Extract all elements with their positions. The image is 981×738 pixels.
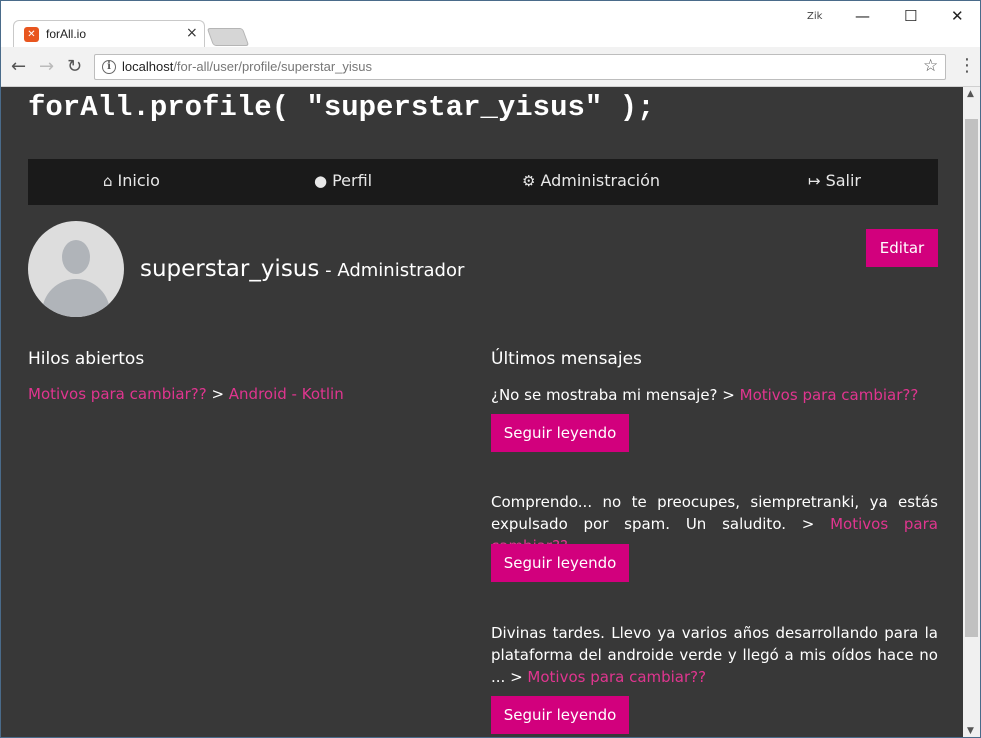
read-more-button[interactable]: Seguir leyendo <box>491 696 629 734</box>
thread-separator: > <box>206 385 229 403</box>
browser-toolbar: ← → ↻ i localhost/for-all/user/profile/s… <box>1 47 980 87</box>
url-path: /for-all/user/profile/superstar_yisus <box>173 59 373 74</box>
category-link[interactable]: Android - Kotlin <box>229 385 344 403</box>
scroll-thumb[interactable] <box>965 119 978 637</box>
nav-item-perfil[interactable]: ● Perfil <box>314 171 372 190</box>
scroll-up-icon[interactable]: ▲ <box>967 89 974 99</box>
address-bar[interactable]: i localhost/for-all/user/profile/superst… <box>94 54 946 80</box>
avatar <box>28 221 124 317</box>
close-window-icon[interactable]: ✕ <box>951 7 964 25</box>
info-icon[interactable]: i <box>102 60 116 74</box>
title-bar: ✕ forAll.io × Zik — ☐ ✕ <box>1 1 980 48</box>
home-icon: ⌂ <box>103 172 113 190</box>
url-host: localhost <box>122 59 174 74</box>
user-circle-icon: ● <box>314 172 328 190</box>
menu-icon[interactable]: ⋮ <box>958 55 976 76</box>
avatar-head <box>62 240 90 274</box>
page-viewport: forAll.profile( "superstar_yisus" ); ⌂ In… <box>1 87 963 737</box>
messages-heading: Últimos mensajes <box>491 349 642 369</box>
browser-window: ✕ forAll.io × Zik — ☐ ✕ ← → ↻ i localhos… <box>0 0 981 738</box>
sign-out-icon: ↦ <box>808 172 821 190</box>
nav-label: Inicio <box>117 171 160 190</box>
tab-title: forAll.io <box>46 27 87 41</box>
nav-item-inicio[interactable]: ⌂ Inicio <box>103 171 160 190</box>
nav-item-salir[interactable]: ↦ Salir <box>808 171 861 190</box>
browser-tab[interactable]: ✕ forAll.io × <box>13 20 205 48</box>
read-more-button[interactable]: Seguir leyendo <box>491 414 629 452</box>
profile-icon[interactable]: Zik <box>807 11 822 22</box>
favicon-icon: ✕ <box>24 27 39 42</box>
gears-icon: ⚙ <box>522 172 536 190</box>
user-separator: - <box>319 260 338 281</box>
nav-label: Salir <box>825 171 862 190</box>
avatar-body <box>42 279 110 317</box>
main-nav: ⌂ Inicio ● Perfil ⚙ Administración ↦ Salir <box>28 159 938 205</box>
nav-label: Administración <box>540 171 661 190</box>
read-more-button[interactable]: Seguir leyendo <box>491 544 629 582</box>
thread-link[interactable]: Motivos para cambiar?? <box>28 385 207 403</box>
message-text: ¿No se mostraba mi mensaje? > <box>491 386 740 404</box>
forward-icon[interactable]: → <box>39 56 54 77</box>
user-role: Administrador <box>337 260 465 281</box>
back-icon[interactable]: ← <box>11 56 26 77</box>
message-thread-link[interactable]: Motivos para cambiar?? <box>740 386 919 404</box>
vertical-scrollbar[interactable]: ▲ ▼ <box>963 87 980 737</box>
threads-heading: Hilos abiertos <box>28 349 145 369</box>
nav-item-administracion[interactable]: ⚙ Administración <box>522 171 660 190</box>
minimize-icon[interactable]: — <box>855 7 870 25</box>
message-item: Divinas tardes. Llevo ya varios años des… <box>491 622 938 688</box>
reload-icon[interactable]: ↻ <box>67 56 82 77</box>
new-tab-button[interactable] <box>206 28 250 46</box>
scroll-down-icon[interactable]: ▼ <box>967 726 974 736</box>
maximize-icon[interactable]: ☐ <box>904 7 917 25</box>
message-thread-link[interactable]: Motivos para cambiar?? <box>527 668 706 686</box>
user-heading: superstar_yisus - Administrador <box>140 256 464 282</box>
bookmark-star-icon[interactable]: ☆ <box>923 56 938 76</box>
page-title: forAll.profile( "superstar_yisus" ); <box>28 91 655 124</box>
tab-close-icon[interactable]: × <box>186 25 198 41</box>
thread-item: Motivos para cambiar?? > Android - Kotli… <box>28 385 344 403</box>
message-item: ¿No se mostraba mi mensaje? > Motivos pa… <box>491 384 938 406</box>
url-text[interactable]: localhost/for-all/user/profile/superstar… <box>122 59 372 74</box>
nav-label: Perfil <box>332 171 373 190</box>
username: superstar_yisus <box>140 256 320 282</box>
edit-button[interactable]: Editar <box>866 229 938 267</box>
